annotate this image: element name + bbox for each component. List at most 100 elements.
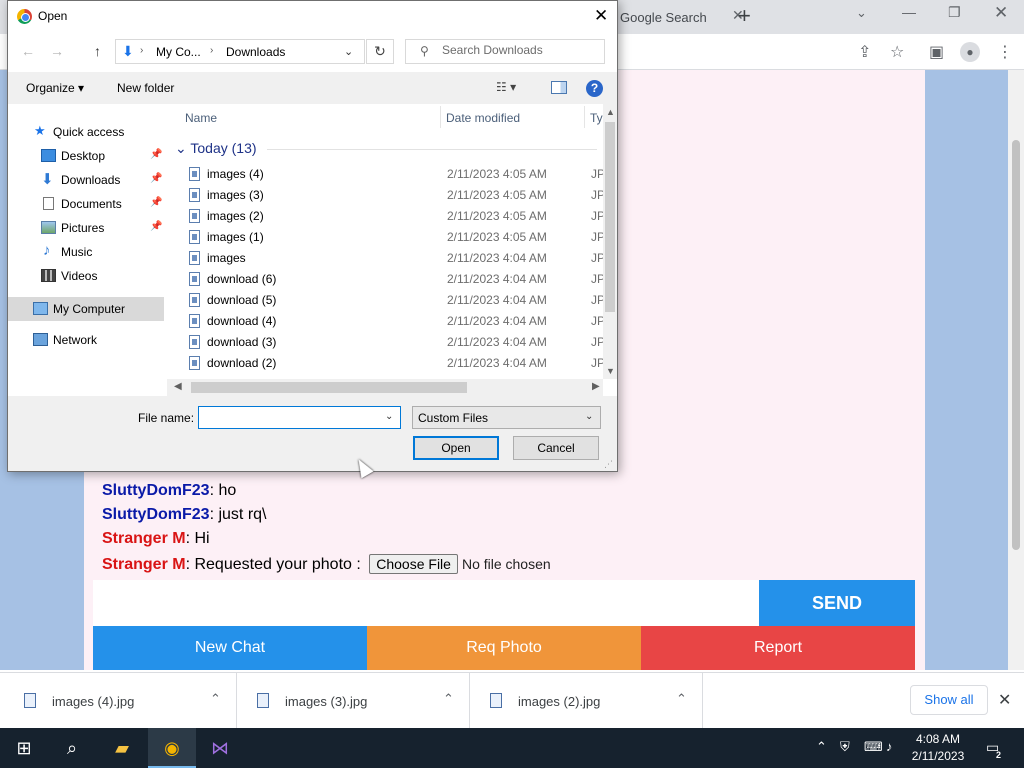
back-arrow-icon[interactable]: ←: [21, 43, 35, 59]
breadcrumb-separator-icon[interactable]: ›: [210, 45, 213, 56]
file-row[interactable]: images (1) 2/11/2023 4:05 AM JP: [167, 227, 605, 248]
file-row[interactable]: download (5) 2/11/2023 4:04 AM JP: [167, 290, 605, 311]
file-row[interactable]: images (2) 2/11/2023 4:05 AM JP: [167, 206, 605, 227]
cancel-button[interactable]: Cancel: [513, 436, 599, 460]
more-menu-icon[interactable]: ⋮: [997, 42, 1013, 62]
file-date: 2/11/2023 4:04 AM: [447, 356, 547, 370]
chevron-down-icon[interactable]: ⌄: [385, 411, 393, 422]
nav-item-my-computer[interactable]: My Computer: [8, 297, 164, 321]
nav-item-desktop[interactable]: Desktop 📌: [8, 145, 167, 167]
open-button[interactable]: Open: [413, 436, 499, 460]
send-button[interactable]: SEND: [759, 580, 915, 626]
forward-arrow-icon[interactable]: →: [50, 43, 64, 59]
tab-google-search[interactable]: Google Search: [612, 6, 752, 34]
image-file-icon: [189, 272, 200, 286]
chevron-down-icon[interactable]: ⌄: [585, 411, 593, 422]
file-list-horizontal-scrollbar[interactable]: ◀ ▶: [167, 379, 603, 396]
share-icon[interactable]: ⇪: [858, 42, 871, 62]
help-icon[interactable]: ?: [586, 80, 603, 97]
column-name[interactable]: Name: [185, 111, 217, 125]
preview-pane-icon[interactable]: [551, 81, 567, 94]
chevron-up-icon[interactable]: ⌃: [210, 691, 221, 707]
breadcrumb-downloads[interactable]: Downloads: [226, 45, 285, 59]
nav-item-network[interactable]: Network: [8, 329, 167, 351]
choose-file-button[interactable]: Choose File: [369, 554, 458, 574]
profile-avatar-icon[interactable]: ●: [960, 42, 980, 62]
chat-message-input[interactable]: [93, 580, 759, 626]
req-photo-button[interactable]: Req Photo: [367, 626, 641, 670]
search-downloads-box[interactable]: ⚲: [405, 39, 605, 64]
address-dropdown-icon[interactable]: ⌄: [344, 45, 353, 58]
nav-item-documents[interactable]: Documents 📌: [8, 193, 167, 215]
no-file-label: No file chosen: [461, 556, 551, 572]
file-row[interactable]: images (4) 2/11/2023 4:05 AM JP: [167, 164, 605, 185]
chevron-up-icon[interactable]: ⌃: [676, 691, 687, 707]
volume-icon[interactable]: ♪: [886, 739, 893, 754]
group-header-today[interactable]: ⌄ Today (13): [175, 140, 257, 157]
file-row[interactable]: download (2) 2/11/2023 4:04 AM JP: [167, 353, 605, 374]
nav-item-label: My Computer: [53, 302, 126, 316]
file-row[interactable]: download (6) 2/11/2023 4:04 AM JP: [167, 269, 605, 290]
search-downloads-input[interactable]: [442, 43, 602, 57]
column-date-modified[interactable]: Date modified: [446, 111, 520, 125]
report-button[interactable]: Report: [641, 626, 915, 670]
nav-item-pictures[interactable]: Pictures 📌: [8, 217, 167, 239]
nav-item-downloads[interactable]: ⬇ Downloads 📌: [8, 169, 167, 191]
file-row[interactable]: download (4) 2/11/2023 4:04 AM JP: [167, 311, 605, 332]
show-all-button[interactable]: Show all: [910, 685, 988, 715]
scroll-up-icon[interactable]: ▲: [606, 107, 615, 117]
file-explorer-icon[interactable]: ▰: [98, 728, 146, 768]
tab-search-icon[interactable]: ⌄: [856, 5, 867, 21]
address-bar[interactable]: ⬇ › My Co... › Downloads ⌄: [115, 39, 365, 64]
network-icon[interactable]: ⌨: [864, 739, 883, 755]
scroll-down-icon[interactable]: ▼: [606, 366, 615, 376]
resize-grip-icon[interactable]: ⋰: [604, 459, 613, 470]
nav-item-music[interactable]: ♪ Music: [8, 241, 167, 263]
bookmark-star-icon[interactable]: ☆: [890, 42, 904, 62]
tray-chevron-up-icon[interactable]: ⌃: [816, 739, 827, 755]
file-row[interactable]: images (3) 2/11/2023 4:05 AM JP: [167, 185, 605, 206]
download-item[interactable]: images (3).jpg ⌃: [237, 673, 470, 729]
side-panel-icon[interactable]: ▣: [929, 42, 944, 62]
restore-icon[interactable]: ❐: [948, 4, 961, 21]
window-close-icon[interactable]: ✕: [994, 3, 1008, 23]
file-list-vertical-scrollbar[interactable]: ▲ ▼: [603, 104, 617, 379]
page-scrollbar[interactable]: [1008, 70, 1024, 670]
file-type-select[interactable]: Custom Files ⌄: [412, 406, 601, 429]
downloads-folder-icon: ⬇: [122, 43, 134, 59]
up-arrow-icon[interactable]: ↑: [94, 43, 101, 59]
file-name-combobox[interactable]: ⌄: [198, 406, 401, 429]
nav-item-quick-access[interactable]: ★ Quick access: [8, 121, 167, 143]
download-item[interactable]: images (4).jpg ⌃: [4, 673, 237, 729]
file-row[interactable]: download (3) 2/11/2023 4:04 AM JP: [167, 332, 605, 353]
search-icon[interactable]: ⌕: [48, 728, 96, 768]
file-name-input[interactable]: [203, 410, 378, 424]
chrome-taskbar-icon[interactable]: ◉: [148, 728, 196, 768]
nav-item-videos[interactable]: Videos: [8, 265, 167, 287]
visual-studio-icon[interactable]: ⋈: [196, 728, 244, 768]
file-row[interactable]: images 2/11/2023 4:04 AM JP: [167, 248, 605, 269]
column-type[interactable]: Ty: [590, 111, 603, 125]
tray-security-icon[interactable]: ⛨: [840, 739, 850, 755]
clock[interactable]: 4:08 AM 2/11/2023: [908, 731, 968, 765]
new-folder-button[interactable]: New folder: [117, 81, 174, 95]
dialog-close-icon[interactable]: ✕: [594, 6, 608, 26]
download-item[interactable]: images (2).jpg ⌃: [470, 673, 703, 729]
scroll-left-icon[interactable]: ◀: [174, 381, 182, 392]
refresh-icon[interactable]: ↻: [366, 39, 394, 64]
start-windows-icon[interactable]: ⊞: [0, 728, 48, 768]
breadcrumb-separator-icon[interactable]: ›: [140, 45, 143, 56]
scroll-thumb[interactable]: [605, 122, 615, 312]
chevron-up-icon[interactable]: ⌃: [443, 691, 454, 707]
file-date: 2/11/2023 4:05 AM: [447, 167, 547, 181]
organize-menu[interactable]: Organize ▾: [26, 81, 84, 95]
taskbar: ⊞ ⌕ ▰ ◉ ⋈ ⌃ ⛨ ⌨ ♪ 4:08 AM 2/11/2023 ▭ 2: [0, 728, 1024, 768]
downloads-close-icon[interactable]: ✕: [998, 690, 1011, 710]
breadcrumb-my-computer[interactable]: My Co...: [156, 45, 201, 59]
scroll-right-icon[interactable]: ▶: [592, 381, 600, 392]
change-view-icon[interactable]: ☷ ▾: [496, 80, 516, 94]
scroll-thumb[interactable]: [191, 382, 467, 393]
new-tab-icon[interactable]: +: [738, 3, 751, 29]
minimize-icon[interactable]: —: [902, 4, 916, 20]
new-chat-button[interactable]: New Chat: [93, 626, 367, 670]
